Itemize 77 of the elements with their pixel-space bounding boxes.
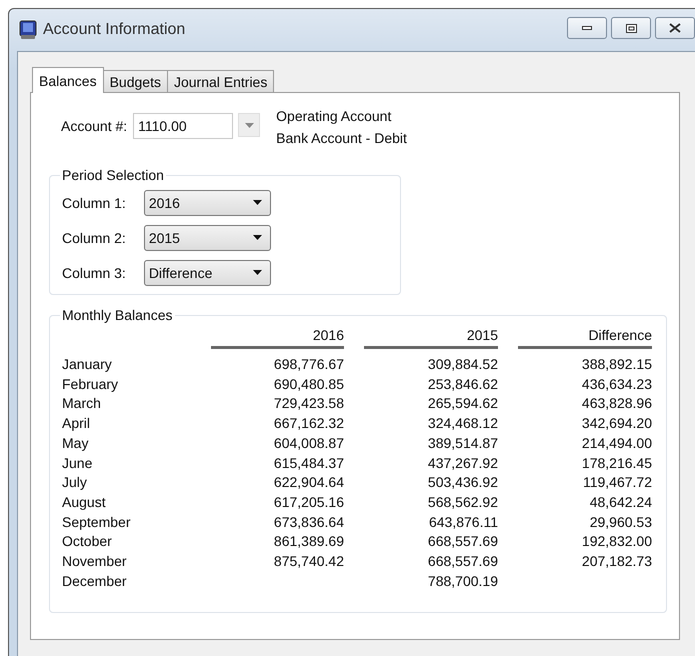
amount-cell-text: 861,389.69: [272, 532, 344, 552]
field-label: Column 3:: [62, 264, 126, 280]
amount-cell-text: 324,468.12: [426, 414, 498, 434]
amount-cell-text: 698,776.67: [272, 355, 344, 374]
amount-cell-text: 643,876.11: [428, 512, 498, 532]
maximize-icon: [626, 24, 636, 32]
amount-cell-text: 342,694.20: [580, 414, 652, 434]
app-icon: [19, 20, 37, 40]
amount-cell-text: 622,904.64: [272, 473, 344, 492]
tab[interactable]: Budgets: [102, 70, 168, 92]
close-button[interactable]: [655, 17, 695, 39]
amount-cell-text: 617,205.16: [272, 492, 344, 512]
amount-cell-text: 668,557.69: [426, 552, 498, 572]
amount-cell-text: 192,832.00: [580, 532, 652, 552]
column-header: 2015: [364, 325, 498, 349]
minimize-button[interactable]: [567, 17, 607, 39]
month-cell-text: March: [62, 394, 102, 414]
month-cell-text: February: [62, 374, 120, 394]
dropdown-arrow-icon: [252, 200, 262, 205]
dropdown-button[interactable]: [238, 113, 260, 137]
account-input[interactable]: 1110.00: [133, 113, 234, 139]
column-header: Difference: [518, 325, 652, 349]
period-dropdown[interactable]: 2016: [144, 190, 271, 216]
amount-cell-text: 388,892.15: [580, 355, 652, 374]
amount-cell-text: 389,514.87: [426, 434, 498, 453]
month-cell-text: June: [62, 454, 94, 473]
field-label: Column 1:: [62, 194, 126, 210]
amount-cell-text: 503,436.92: [426, 473, 498, 492]
dropdown-arrow-icon: [244, 122, 254, 128]
amount-cell-text: 253,846.62: [426, 374, 498, 394]
month-cell-text: October: [62, 532, 113, 552]
month-cell-text: December: [62, 572, 128, 591]
dropdown-arrow-icon: [252, 270, 262, 275]
amount-cell-text: 29,960.53: [588, 512, 652, 532]
amount-cell-text: 673,836.64: [272, 512, 344, 532]
tab[interactable]: Journal Entries: [166, 70, 274, 92]
amount-cell-text: 463,828.96: [580, 394, 652, 414]
month-cell-text: April: [62, 414, 92, 434]
field-label: Account #:: [61, 117, 128, 136]
month-cell-text: May: [62, 434, 90, 453]
month-cell-text: July: [62, 473, 88, 492]
month-cell-text: January: [62, 355, 113, 374]
amount-cell-text: 119,467.72: [582, 473, 652, 492]
amount-cell-text: 668,557.69: [426, 532, 498, 552]
month-cell-text: August: [62, 492, 107, 512]
maximize-button[interactable]: [611, 17, 651, 39]
amount-cell-text: 604,008.87: [272, 434, 344, 453]
amount-cell-text: 690,480.85: [272, 374, 344, 394]
amount-cell-text: 615,484.37: [272, 454, 344, 473]
amount-cell-text: 178,216.45: [580, 454, 652, 473]
tab[interactable]: Balances: [32, 67, 104, 93]
amount-cell-text: 309,884.52: [426, 355, 498, 374]
amount-cell-text: 788,700.19: [426, 572, 498, 591]
period-dropdown[interactable]: 2015: [144, 224, 271, 250]
close-icon: [669, 23, 681, 33]
group-title: Period Selection: [61, 167, 165, 183]
amount-cell-text: 729,423.58: [272, 394, 344, 414]
period-dropdown[interactable]: Difference: [144, 260, 271, 286]
amount-cell-text: 436,634.23: [580, 374, 652, 394]
amount-cell-text: 568,562.92: [426, 492, 498, 512]
minimize-icon: [582, 26, 592, 30]
account-type: Bank Account - Debit: [276, 129, 407, 148]
amount-cell-text: 214,494.00: [580, 434, 652, 453]
window-title: Account Information: [43, 21, 186, 39]
amount-cell-text: 48,642.24: [588, 492, 652, 512]
month-cell-text: November: [62, 552, 128, 572]
amount-cell-text: 875,740.42: [272, 552, 344, 572]
month-cell-text: September: [62, 512, 132, 532]
amount-cell-text: 207,182.73: [580, 552, 652, 572]
dropdown-arrow-icon: [252, 235, 262, 240]
account-name: Operating Account: [276, 107, 392, 126]
amount-cell-text: 667,162.32: [272, 414, 344, 434]
column-header: 2016: [211, 325, 344, 349]
field-label: Column 2:: [62, 230, 126, 246]
group-title: Monthly Balances: [61, 307, 174, 323]
amount-cell-text: 437,267.92: [426, 454, 498, 473]
amount-cell-text: 265,594.62: [426, 394, 498, 414]
